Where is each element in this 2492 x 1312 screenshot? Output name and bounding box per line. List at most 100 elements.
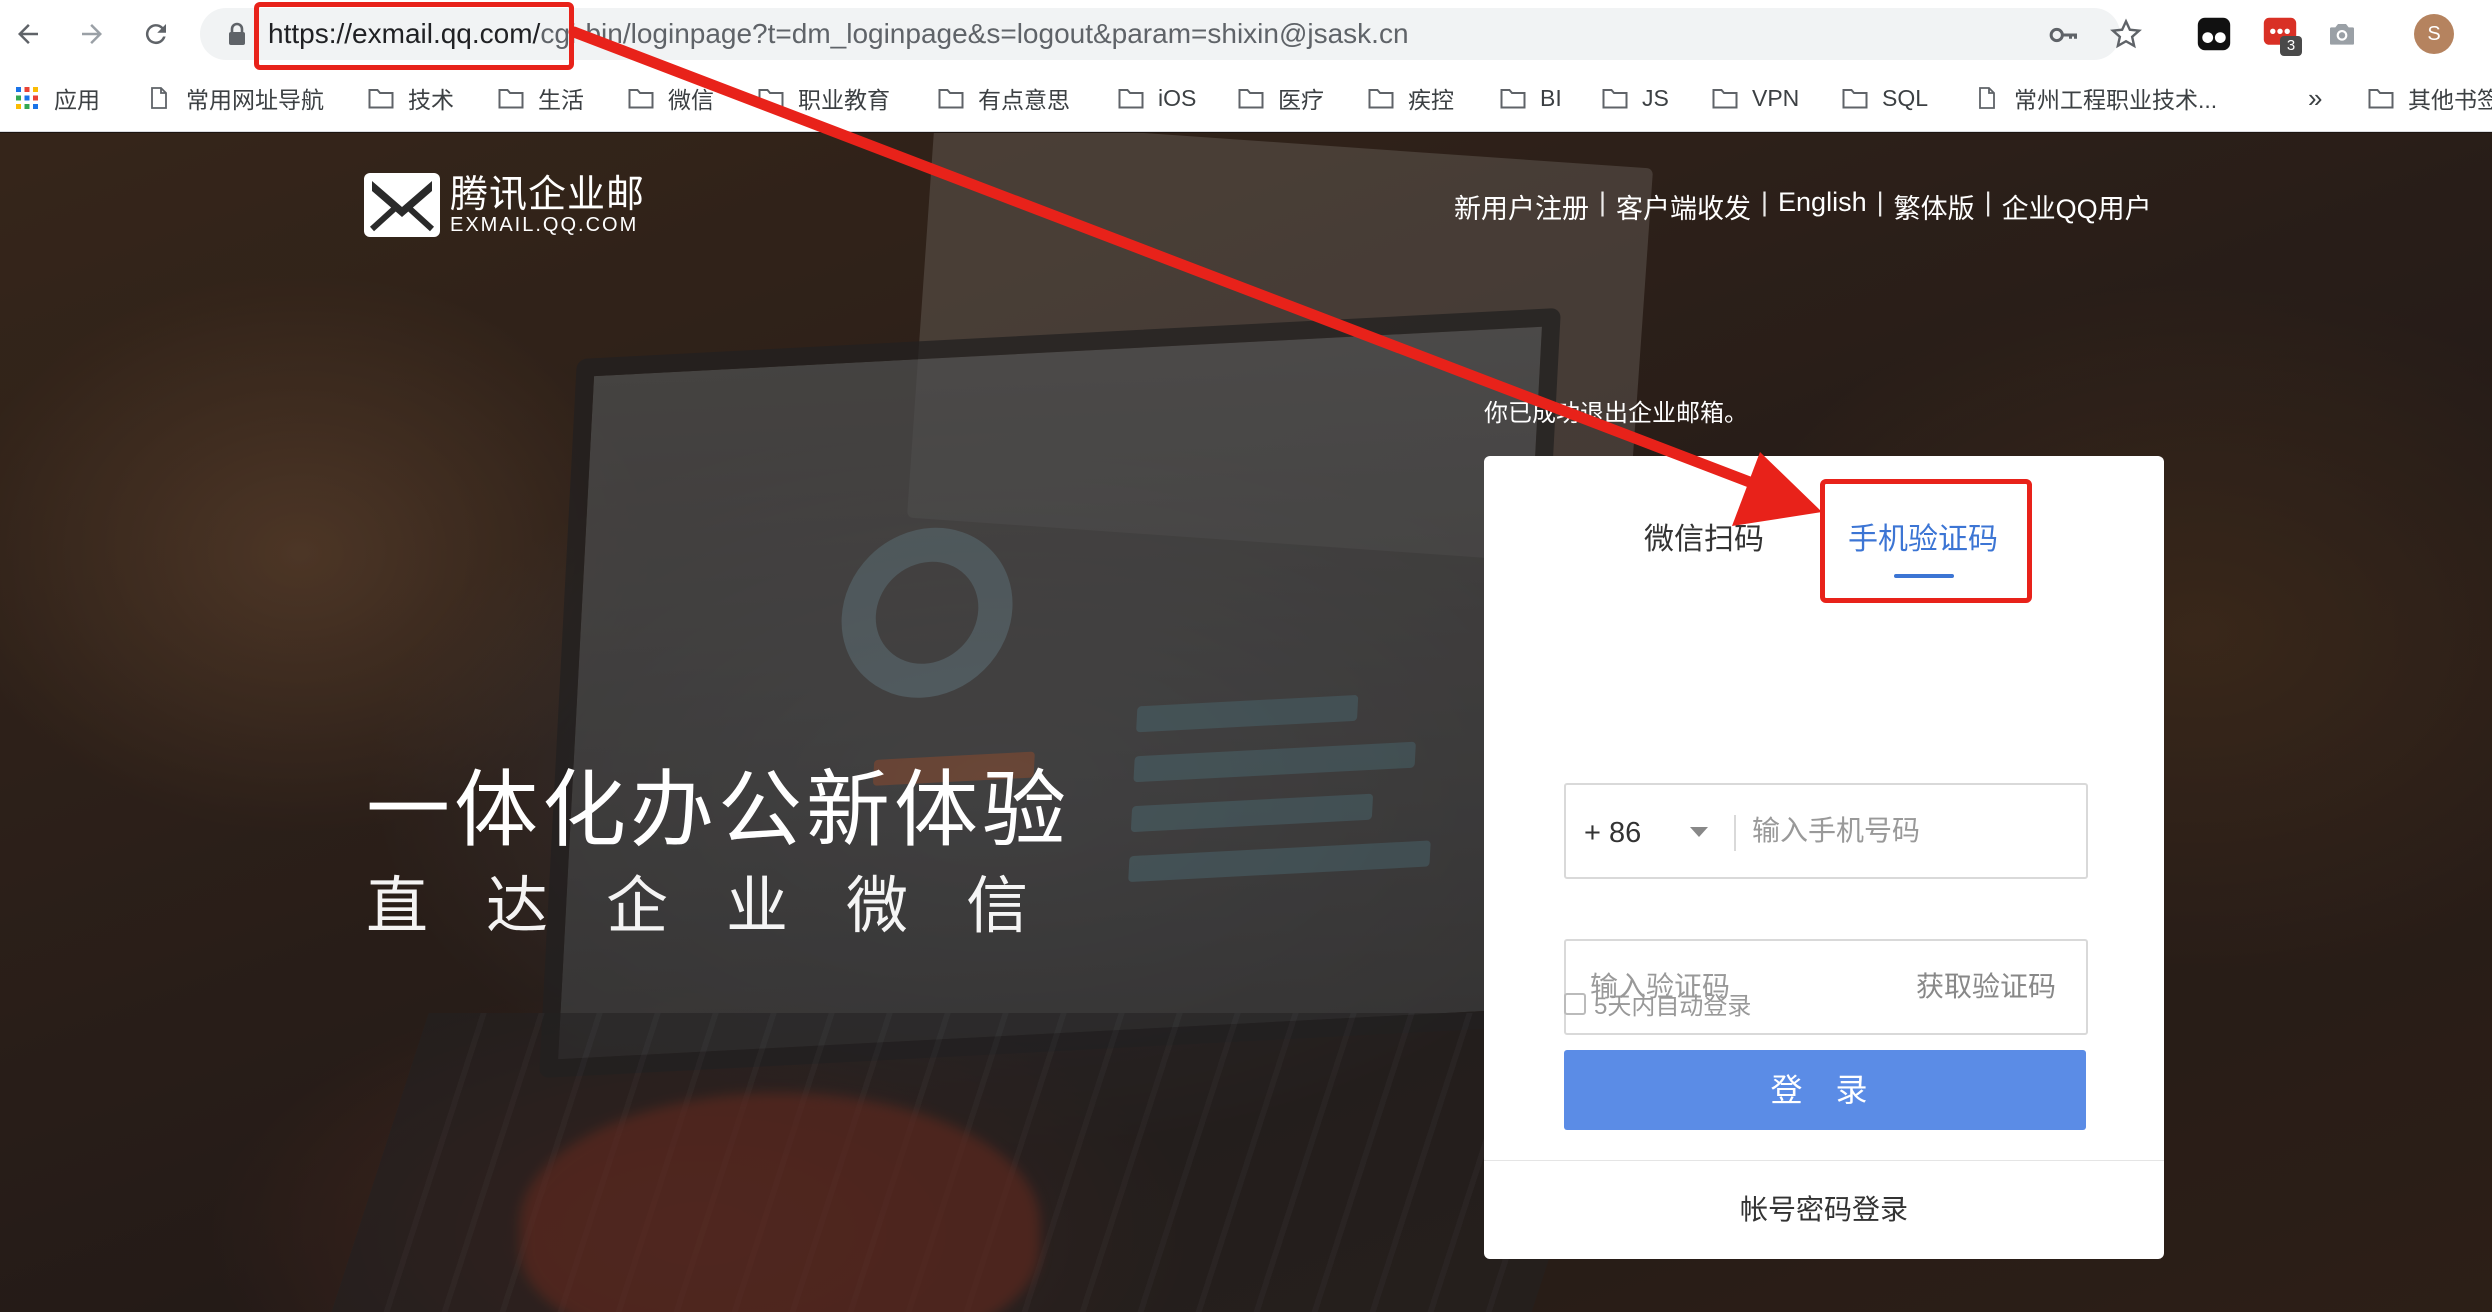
bookmark-folder[interactable]: 疾控 <box>1368 72 1454 124</box>
tampermonkey-icon <box>2197 17 2231 51</box>
folder-icon <box>628 89 654 109</box>
hero-subtitle-char: 微 <box>846 869 909 942</box>
bookmark-item[interactable]: 常用网址导航 <box>146 72 324 124</box>
bookmark-folder-other[interactable]: 其他书签 <box>2368 72 2492 124</box>
url-host: https://exmail.qq.com/ <box>268 18 541 49</box>
bookmarks-bar: 应用 常用网址导航 技术 生活 微信 职业教育 有点意思 iOS 医疗 疾控 B… <box>0 72 2492 124</box>
bookmark-label: 微信 <box>668 87 714 113</box>
folder-icon <box>938 89 964 109</box>
folder-icon <box>1712 89 1738 109</box>
browser-toolbar: https://exmail.qq.com/cgi-bin/loginpage?… <box>0 0 2492 68</box>
nav-english[interactable]: English <box>1778 187 1867 226</box>
top-nav: 新用户注册 | 客户端收发 | English | 繁体版 | 企业QQ用户 <box>1454 187 2152 226</box>
nav-traditional[interactable]: 繁体版 <box>1894 187 1975 226</box>
nav-separator: | <box>1761 187 1769 217</box>
hero-subtitle-char: 达 <box>486 869 549 942</box>
bookmark-folder[interactable]: 微信 <box>628 72 714 124</box>
arrow-right-icon <box>82 24 102 44</box>
page-icon <box>1979 87 1995 109</box>
tab-phone-code[interactable]: 手机验证码 <box>1848 514 1998 558</box>
page-icon <box>151 87 167 109</box>
phone-input[interactable] <box>1752 785 2072 877</box>
bookmark-label: 疾控 <box>1408 87 1454 113</box>
hero-subtitle-char: 直 <box>366 869 429 942</box>
nav-separator: | <box>1984 187 1992 217</box>
logo-mark <box>364 173 440 237</box>
folder-icon <box>368 89 394 109</box>
tab-wechat-scan[interactable]: 微信扫码 <box>1644 514 1764 558</box>
bookmark-folder[interactable]: JS <box>1602 72 1669 124</box>
bookmark-folder[interactable]: 有点意思 <box>938 72 1070 124</box>
bookmark-folder[interactable]: 生活 <box>498 72 584 124</box>
bookmark-label: 职业教育 <box>798 87 890 113</box>
get-code-button[interactable]: 获取验证码 <box>1916 941 2056 1033</box>
nav-separator: | <box>1599 187 1607 217</box>
forward-button[interactable] <box>74 16 110 52</box>
bookmark-item[interactable]: 常州工程职业技术... <box>1974 72 2217 124</box>
bookmark-label: VPN <box>1752 84 1800 111</box>
caret-down-icon[interactable] <box>1690 827 1708 837</box>
logo-chinese: 腾讯企业邮 <box>450 172 646 216</box>
bookmark-label: 有点意思 <box>978 87 1070 113</box>
extension-screenshot[interactable] <box>2322 14 2362 54</box>
bookmark-label: JS <box>1642 84 1669 111</box>
folder-icon <box>1238 89 1264 109</box>
address-bar[interactable]: https://exmail.qq.com/cgi-bin/loginpage?… <box>200 8 2142 60</box>
bookmark-folder[interactable]: BI <box>1500 72 1562 124</box>
bookmark-folder[interactable]: 职业教育 <box>758 72 890 124</box>
bookmarks-overflow-button[interactable]: » <box>2308 72 2322 124</box>
lock-icon <box>229 22 245 45</box>
password-login-link[interactable]: 帐号密码登录 <box>1484 1160 2164 1259</box>
envelope-logo-icon <box>369 181 435 232</box>
extension-tampermonkey[interactable] <box>2194 14 2234 54</box>
folder-icon <box>1368 89 1394 109</box>
login-button[interactable]: 登 录 <box>1564 1050 2086 1130</box>
nav-client[interactable]: 客户端收发 <box>1616 187 1751 226</box>
browser-chrome: https://exmail.qq.com/cgi-bin/loginpage?… <box>0 0 2492 132</box>
bookmark-folder[interactable]: iOS <box>1118 72 1196 124</box>
arrow-left-icon <box>18 24 38 44</box>
bookmark-label: 生活 <box>538 87 584 113</box>
login-page: 腾讯企业邮 EXMAIL.QQ.COM 新用户注册 | 客户端收发 | Engl… <box>0 133 2492 1312</box>
folder-icon <box>498 89 524 109</box>
folder-icon <box>2368 89 2394 109</box>
remember-label: 5天内自动登录 <box>1594 993 1752 1020</box>
reload-icon <box>145 24 166 45</box>
bookmark-folder[interactable]: 医疗 <box>1238 72 1324 124</box>
remember-checkbox[interactable] <box>1564 992 1586 1015</box>
login-card: 微信扫码 手机验证码 + 86 获取验证码 5天内自动登录 登 录 帐号密码登录 <box>1484 456 2164 1259</box>
logo-english: EXMAIL.QQ.COM <box>450 214 639 236</box>
bookmark-label: 技术 <box>408 87 454 113</box>
hero-subtitle-char: 信 <box>966 869 1029 942</box>
hero-title: 一体化办公新体验 <box>366 761 1071 859</box>
camera-icon <box>2330 24 2354 45</box>
extension-badge: 3 <box>2280 36 2302 56</box>
nav-register[interactable]: 新用户注册 <box>1454 187 1589 226</box>
bookmark-label: iOS <box>1158 84 1197 111</box>
bookmark-label: 医疗 <box>1278 87 1324 113</box>
url-text[interactable]: https://exmail.qq.com/cgi-bin/loginpage?… <box>268 8 1409 60</box>
extension-counter[interactable]: 3 <box>2260 14 2302 56</box>
active-tab-indicator <box>1894 574 1954 578</box>
profile-avatar[interactable]: S <box>2414 14 2454 54</box>
bookmark-label: 常用网址导航 <box>186 87 324 113</box>
key-icon[interactable] <box>2048 20 2078 50</box>
hero-subtitle-char: 企 <box>606 869 669 942</box>
bookmark-label: SQL <box>1882 84 1929 111</box>
chevron-double-right-icon: » <box>2308 82 2323 113</box>
back-button[interactable] <box>10 16 46 52</box>
bookmark-folder[interactable]: 技术 <box>368 72 454 124</box>
url-path: cgi-bin/loginpage?t=dm_loginpage&s=logou… <box>540 18 1409 49</box>
remember-login[interactable]: 5天内自动登录 <box>1564 986 1751 1021</box>
field-divider <box>1734 815 1736 851</box>
bookmark-label: 常州工程职业技术... <box>2014 87 2218 113</box>
nav-enterprise-qq[interactable]: 企业QQ用户 <box>2002 187 2152 226</box>
reload-button[interactable] <box>138 16 174 52</box>
country-code-select[interactable]: + 86 <box>1584 785 1641 881</box>
star-icon[interactable] <box>2110 18 2142 50</box>
bookmark-folder[interactable]: VPN <box>1712 72 1799 124</box>
bookmark-apps[interactable]: 应用 <box>14 72 100 124</box>
exmail-logo[interactable]: 腾讯企业邮 EXMAIL.QQ.COM <box>364 173 645 237</box>
bookmark-folder[interactable]: SQL <box>1842 72 1928 124</box>
hero-subtitle: 直 达 企 业 微 信 <box>366 855 1028 945</box>
